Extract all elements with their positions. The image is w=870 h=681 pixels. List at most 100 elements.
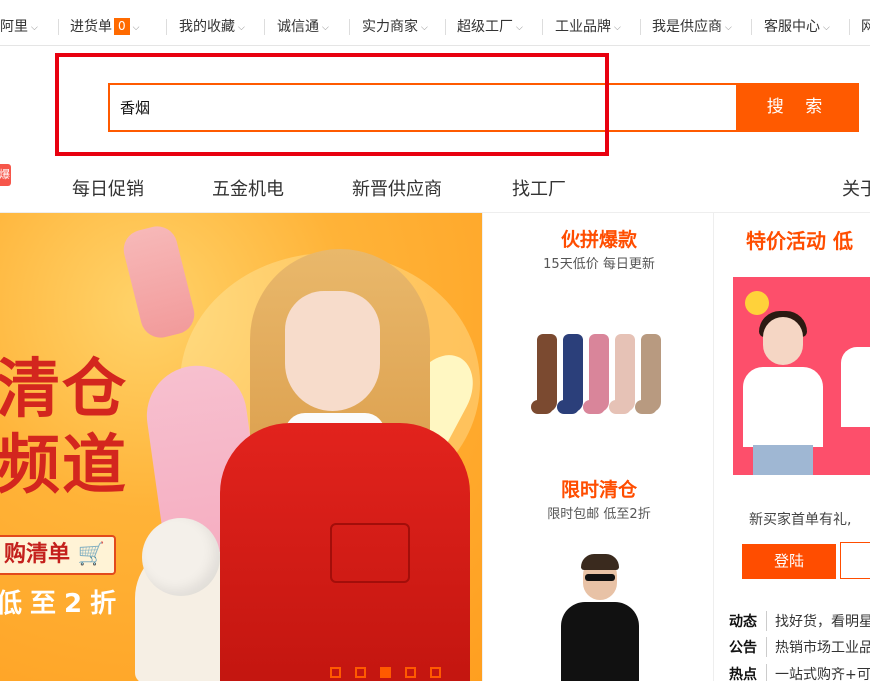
category-hardware[interactable]: 五金机电: [212, 175, 284, 201]
chevron-down-icon: ⌵: [516, 23, 523, 33]
divider: [445, 19, 446, 35]
topnav-item-super-factory[interactable]: 超级工厂 ⌵: [457, 8, 523, 46]
divider: [849, 19, 850, 35]
model-hair: [581, 554, 619, 570]
carousel-dot-active[interactable]: [380, 667, 391, 678]
sunglasses-image: [585, 574, 615, 581]
top-nav: 阿里 ⌵ 进货单 0 ⌵ 我的收藏 ⌵ 诚信通 ⌵ 实力商家 ⌵ 超级工厂 ⌵ 工业品牌 ⌵ 我…: [0, 8, 870, 46]
topnav-item-ali[interactable]: 阿里 ⌵: [0, 8, 38, 46]
topnav-label: 诚信通: [277, 19, 319, 35]
model-girl-image: [743, 311, 823, 475]
topnav-item-supplier[interactable]: 我是供应商 ⌵: [652, 8, 732, 46]
divider: [640, 19, 641, 35]
special-offer-photo[interactable]: [733, 277, 870, 475]
topnav-item-industrial-brand[interactable]: 工业品牌 ⌵: [555, 8, 621, 46]
model-girl-image: [841, 307, 870, 475]
tshirt-model-image[interactable]: [561, 554, 641, 681]
topnav-item-strong-merchants[interactable]: 实力商家 ⌵: [362, 8, 428, 46]
chevron-down-icon: ⌵: [725, 23, 732, 33]
topnav-item-trustpass[interactable]: 诚信通 ⌵: [277, 8, 329, 46]
chevron-down-icon: ⌵: [614, 23, 621, 33]
topnav-label: 进货单: [70, 19, 112, 35]
carousel-dot[interactable]: [330, 667, 341, 678]
cart-count-badge: 0: [114, 18, 130, 35]
sock: [531, 334, 557, 414]
info-row-notice[interactable]: 公告 热销市场工业品: [729, 637, 870, 659]
info-text: 一站式购齐+可: [775, 667, 870, 681]
hot-flag-badge: 爆: [0, 164, 11, 186]
divider: [349, 19, 350, 35]
topnav-label: 客服中心: [764, 19, 820, 35]
section-title-clearance[interactable]: 限时清仓: [483, 475, 715, 502]
featured-column: 伙拼爆款 15天低价 每日更新 限时清仓 限时包邮 低至2折: [482, 213, 714, 681]
girl-jeans: [753, 445, 813, 475]
sock: [557, 334, 583, 414]
category-new-suppliers[interactable]: 新晋供应商: [352, 175, 442, 201]
topnav-label: 网: [861, 19, 870, 35]
register-button[interactable]: [840, 542, 870, 579]
topnav-item-favorites[interactable]: 我的收藏 ⌵: [179, 8, 245, 46]
topnav-item-web[interactable]: 网: [861, 8, 870, 46]
divider: [542, 19, 543, 35]
topnav-item-cart[interactable]: 进货单 0 ⌵: [70, 8, 139, 46]
chevron-down-icon: ⌵: [823, 23, 830, 33]
sock: [635, 334, 661, 414]
girl-tee: [743, 367, 823, 447]
search-button[interactable]: 搜 索: [738, 83, 859, 132]
black-tshirt-image: [561, 602, 639, 681]
hero-banner[interactable]: 清仓 频道 购清单 🛒 低至2折: [0, 213, 482, 681]
topnav-item-service-center[interactable]: 客服中心 ⌵: [764, 8, 830, 46]
banner-promo-text: 低至2折: [0, 589, 125, 619]
carousel-dot[interactable]: [430, 667, 441, 678]
info-label: 动态: [729, 611, 767, 631]
info-label: 热点: [729, 664, 767, 681]
topnav-label: 工业品牌: [555, 19, 611, 35]
topnav-label: 超级工厂: [457, 19, 513, 35]
chevron-down-icon: ⌵: [238, 23, 245, 33]
model-face-image: [285, 291, 380, 411]
chevron-down-icon: ⌵: [421, 23, 428, 33]
sock: [609, 334, 635, 414]
divider: [264, 19, 265, 35]
banner-title-line2: 频道: [0, 429, 128, 503]
hat-pompom-image: [142, 518, 220, 596]
banner-title-line1: 清仓: [0, 353, 128, 427]
section-title-group-buy[interactable]: 伙拼爆款: [483, 225, 715, 252]
section-subtitle: 15天低价 每日更新: [543, 257, 655, 272]
girl-tee: [841, 347, 870, 427]
new-buyer-promo-text: 新买家首单有礼,: [749, 512, 852, 528]
thermos-cup-image: [119, 222, 199, 342]
banner-pill: 购清单 🛒: [0, 535, 116, 575]
info-row-news[interactable]: 动态 找好货，看明星: [729, 611, 870, 633]
login-button[interactable]: 登陆: [742, 544, 836, 579]
carousel-dot[interactable]: [355, 667, 366, 678]
coat-pocket-image: [330, 523, 410, 583]
chevron-down-icon: ⌵: [31, 23, 38, 33]
info-label: 公告: [729, 637, 767, 657]
pineapple-icon: [745, 291, 769, 315]
info-text: 找好货，看明星: [775, 614, 870, 630]
divider: [751, 19, 752, 35]
highlight-frame: [55, 53, 609, 156]
info-row-hot[interactable]: 热点 一站式购齐+可: [729, 664, 870, 681]
carousel-dot[interactable]: [405, 667, 416, 678]
category-find-factory[interactable]: 找工厂: [512, 175, 566, 201]
special-offers-title[interactable]: 特价活动 低: [746, 225, 853, 254]
banner-pill-text: 购清单: [4, 542, 71, 567]
topnav-label: 我是供应商: [652, 19, 722, 35]
category-about[interactable]: 关于: [842, 175, 870, 201]
category-daily-promo[interactable]: 每日促销: [72, 175, 144, 201]
info-text: 热销市场工业品: [775, 640, 870, 656]
topnav-label: 阿里: [0, 19, 28, 35]
divider: [166, 19, 167, 35]
topnav-label: 实力商家: [362, 19, 418, 35]
sock: [583, 334, 609, 414]
cart-icon: 🛒: [77, 542, 106, 567]
chevron-down-icon: ⌵: [132, 23, 140, 33]
special-offers-panel: 特价活动 低 新买家首单有礼, 登陆 动态 找好货，看明星 公告 热销市场工业品 热…: [714, 213, 870, 681]
divider: [58, 19, 59, 35]
chevron-down-icon: ⌵: [322, 23, 329, 33]
girl-head: [763, 317, 803, 365]
section-subtitle: 限时包邮 低至2折: [547, 507, 651, 522]
topnav-label: 我的收藏: [179, 19, 235, 35]
